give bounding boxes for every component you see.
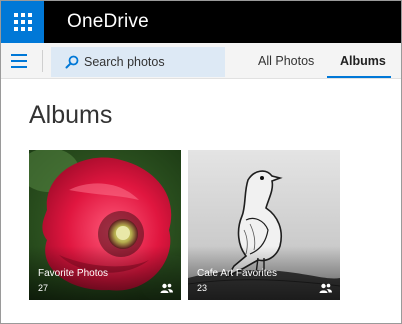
search-icon	[65, 55, 79, 69]
tab-albums[interactable]: Albums	[340, 54, 386, 68]
album-card-favorite-photos[interactable]: Favorite Photos 27	[29, 150, 181, 300]
top-app-bar: OneDrive	[1, 1, 401, 43]
search-box[interactable]: Search photos	[51, 47, 225, 77]
album-photo-count: 27	[38, 283, 49, 293]
people-icon	[160, 283, 173, 293]
page-title: Albums	[29, 101, 113, 129]
command-bar: Search photos All Photos Albums	[1, 43, 401, 79]
album-name: Cafe Art Favorites	[197, 268, 278, 279]
app-title[interactable]: OneDrive	[67, 11, 149, 33]
app-launcher-icon[interactable]	[1, 1, 44, 43]
toolbar-divider	[42, 50, 43, 72]
onedrive-window: OneDrive Search photos All Photos Albums…	[0, 0, 402, 324]
hamburger-menu-icon[interactable]	[11, 54, 27, 68]
album-name: Favorite Photos	[38, 268, 109, 279]
search-placeholder: Search photos	[84, 55, 165, 69]
tab-all-photos[interactable]: All Photos	[258, 54, 314, 68]
selected-tab-indicator	[327, 76, 391, 78]
album-photo-count: 23	[197, 283, 208, 293]
people-icon	[319, 283, 332, 293]
album-card-cafe-art-favorites[interactable]: Cafe Art Favorites 23	[188, 150, 340, 300]
